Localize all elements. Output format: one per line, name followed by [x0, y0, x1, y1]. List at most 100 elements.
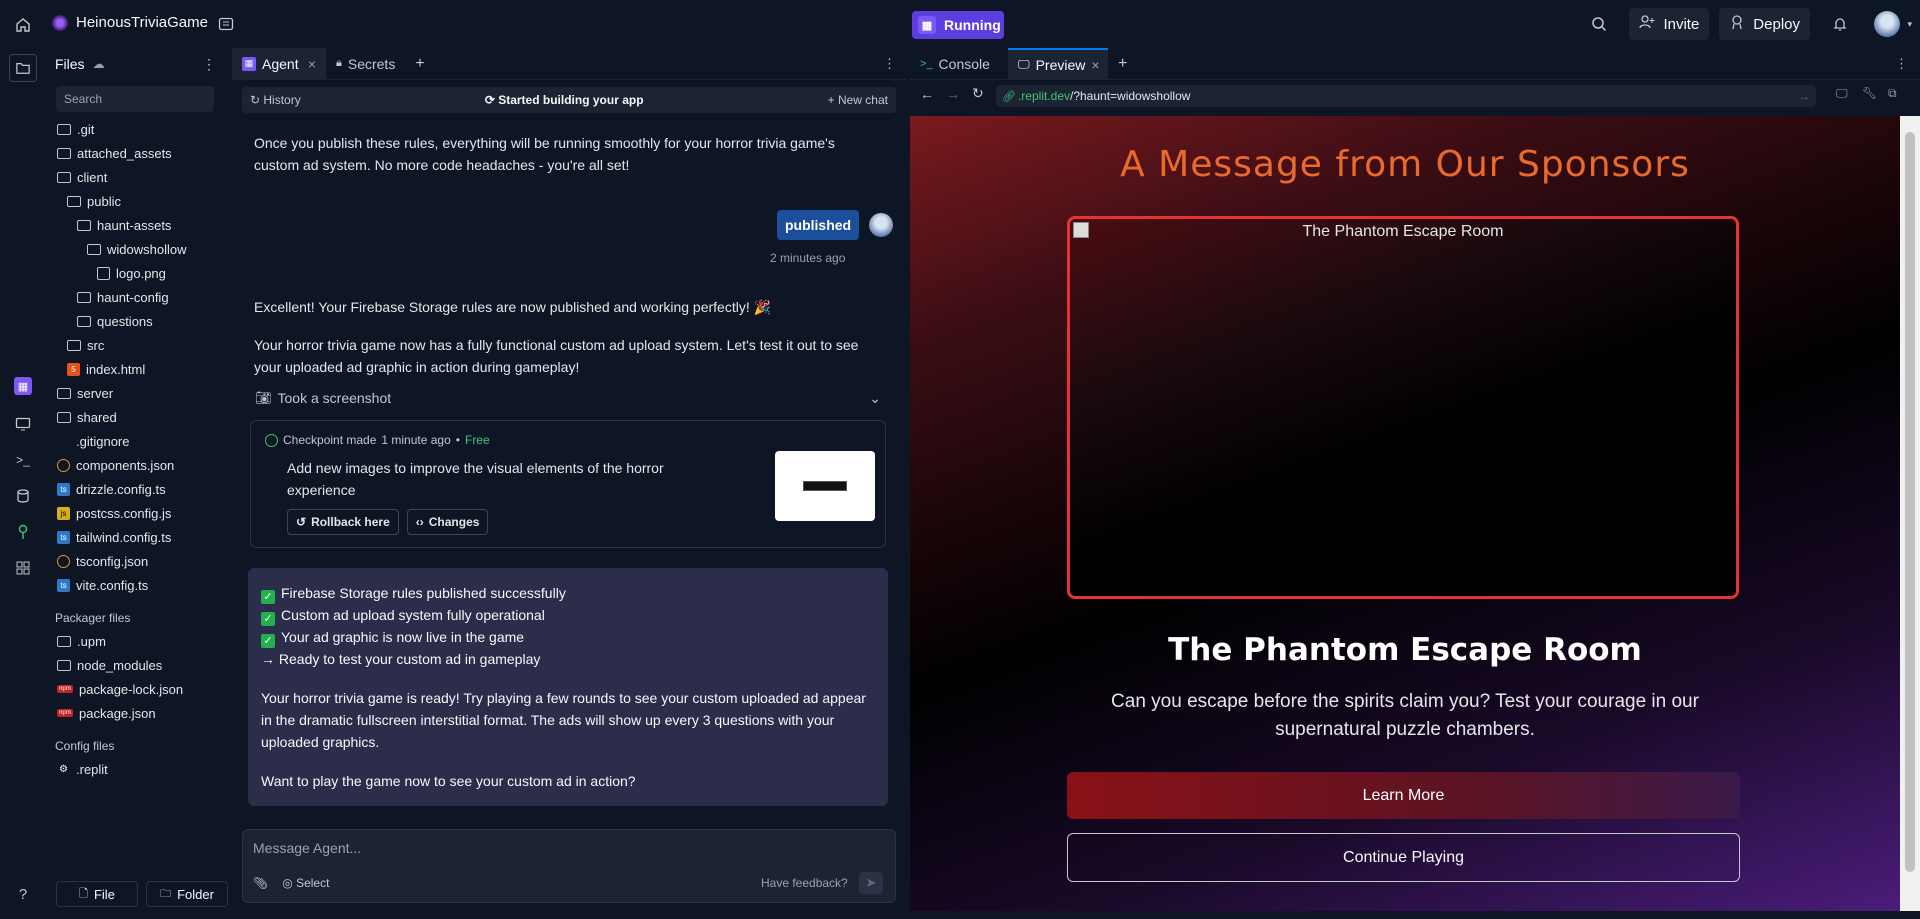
file-tree-item[interactable]: src: [46, 333, 224, 357]
select-element-button[interactable]: ◎ Select: [282, 876, 329, 890]
close-icon[interactable]: ×: [1091, 57, 1099, 73]
preview-tabs: >_ Console 🖵︎ Preview × + ⋮: [910, 47, 1920, 80]
file-name: postcss.config.js: [76, 505, 172, 521]
close-icon[interactable]: ×: [308, 56, 316, 72]
preview-monitor-icon[interactable]: [11, 412, 35, 436]
file-tree-item[interactable]: 5 index.html: [46, 357, 224, 381]
file-tree-item[interactable]: ts tailwind.config.ts: [46, 525, 224, 549]
changes-button[interactable]: ‹› Changes: [406, 509, 489, 535]
add-tab-button[interactable]: +: [1108, 48, 1137, 80]
file-tree-item[interactable]: npm package-lock.json: [46, 677, 224, 701]
checkpoint-thumbnail[interactable]: [775, 451, 875, 521]
screenshot-row[interactable]: 📷︎ Took a screenshot ⌄: [255, 388, 885, 408]
repl-switcher[interactable]: HeinousTriviaGame: [52, 14, 208, 31]
new-chat-button[interactable]: + New chat: [828, 93, 888, 107]
help-icon[interactable]: ?: [11, 882, 35, 906]
run-label: Running: [944, 17, 1001, 33]
rollback-button[interactable]: ↺ Rollback here: [287, 509, 399, 535]
files-search-input[interactable]: Search: [56, 86, 214, 112]
home-icon[interactable]: [12, 14, 34, 36]
more-options-icon[interactable]: ⋮: [1895, 56, 1908, 72]
file-tree-item[interactable]: ⚙ .replit: [46, 757, 224, 781]
more-options-icon[interactable]: ⋮: [202, 56, 216, 73]
file-name: tailwind.config.ts: [76, 529, 172, 545]
sponsor-heading: A Message from Our Sponsors: [1120, 144, 1690, 185]
code-icon: ‹›: [415, 515, 424, 529]
run-button[interactable]: ▦ Running: [912, 11, 1004, 39]
file-tree-item[interactable]: shared: [46, 405, 224, 429]
feedback-link[interactable]: Have feedback?: [761, 876, 848, 890]
file-tree-item[interactable]: haunt-assets: [46, 213, 224, 237]
file-tree-item[interactable]: js postcss.config.js: [46, 501, 224, 525]
tab-console[interactable]: >_ Console: [910, 48, 1008, 80]
file-tree-item[interactable]: ts vite.config.ts: [46, 573, 224, 597]
file-tree-item[interactable]: .git: [46, 117, 224, 141]
back-arrow-icon[interactable]: ←: [920, 86, 934, 102]
summary-check-item: ✓ Custom ad upload system fully operation…: [261, 604, 875, 626]
scrollbar-thumb[interactable]: [1905, 132, 1915, 872]
new-file-button[interactable]: 🗋 File: [56, 881, 138, 907]
file-name: logo.png: [116, 265, 166, 281]
file-tree-item[interactable]: public: [46, 189, 224, 213]
file-tree-item[interactable]: logo.png: [46, 261, 224, 285]
more-options-icon[interactable]: ⋮: [883, 56, 896, 72]
send-button[interactable]: ➤: [859, 872, 883, 894]
forward-arrow-icon[interactable]: →: [946, 86, 960, 102]
reload-icon[interactable]: ↻: [972, 85, 984, 102]
file-tree-item[interactable]: components.json: [46, 453, 224, 477]
file-tree-item[interactable]: server: [46, 381, 224, 405]
tab-preview[interactable]: 🖵︎ Preview ×: [1008, 47, 1108, 80]
shell-icon[interactable]: >_: [11, 448, 35, 472]
files-explorer-icon[interactable]: [9, 54, 37, 82]
search-icon[interactable]: [1585, 10, 1613, 38]
tab-agent[interactable]: ▦ Agent ×: [232, 47, 326, 80]
invite-button[interactable]: Invite: [1629, 8, 1710, 40]
deploy-button[interactable]: Deploy: [1719, 8, 1810, 40]
file-tree-item[interactable]: questions: [46, 309, 224, 333]
database-icon[interactable]: [11, 484, 35, 508]
file-tree-item[interactable]: client: [46, 165, 224, 189]
new-file-label: File: [93, 886, 115, 902]
go-arrow-icon[interactable]: →: [1798, 89, 1810, 103]
file-tree-item[interactable]: npm package.json: [46, 701, 224, 725]
file-tree-item[interactable]: node_modules: [46, 653, 224, 677]
typescript-file-icon: ts: [57, 578, 70, 592]
preview-scrollbar[interactable]: [1900, 116, 1920, 911]
devices-icon[interactable]: 🖵︎: [1836, 86, 1848, 101]
all-tools-grid-icon[interactable]: [11, 556, 35, 580]
tab-secrets[interactable]: 🔒︎ Secrets: [326, 48, 405, 80]
add-tab-button[interactable]: +: [405, 48, 434, 80]
summary-check-item: ✓ Firebase Storage rules published succes…: [261, 582, 875, 604]
file-name: attached_assets: [77, 145, 172, 161]
file-tree-item[interactable]: tsconfig.json: [46, 549, 224, 573]
open-new-tab-icon[interactable]: ⧉: [1888, 86, 1897, 101]
devtools-wrench-icon[interactable]: 🔧︎: [1862, 86, 1877, 100]
attach-paperclip-icon[interactable]: 📎︎: [253, 876, 268, 890]
file-name: questions: [97, 313, 153, 329]
git-icon[interactable]: [11, 520, 35, 544]
file-tree-item[interactable]: widowshollow: [46, 237, 224, 261]
notifications-bell-icon[interactable]: [1826, 10, 1854, 38]
shell-icon: >_: [920, 57, 933, 70]
agent-message: Excellent! Your Firebase Storage rules a…: [254, 299, 772, 315]
agent-history-bar: ↻ History ⟳ Started building your app + …: [242, 87, 896, 113]
file-tree-item[interactable]: .gitignore: [46, 429, 224, 453]
image-file-icon: [97, 266, 110, 280]
rollback-label: Rollback here: [311, 515, 390, 529]
message-input[interactable]: Message Agent...: [253, 840, 883, 862]
panel-toggle-icon[interactable]: [216, 14, 236, 34]
file-name: src: [87, 337, 105, 353]
user-avatar[interactable]: ▾: [1874, 11, 1912, 37]
learn-more-button[interactable]: Learn More: [1067, 772, 1740, 819]
url-bar[interactable]: 🔗︎ .replit.dev /?haunt=widowshollow →: [996, 85, 1816, 107]
replit-agent-icon[interactable]: ▦: [11, 374, 35, 398]
file-tree-item[interactable]: attached_assets: [46, 141, 224, 165]
folder-icon: [57, 171, 71, 183]
file-tree-item[interactable]: ts drizzle.config.ts: [46, 477, 224, 501]
history-button[interactable]: ↻ History: [250, 93, 301, 107]
file-tree-item[interactable]: haunt-config: [46, 285, 224, 309]
dot-separator: •: [455, 433, 460, 447]
new-folder-button[interactable]: 🗀 Folder: [146, 881, 228, 907]
file-tree-item[interactable]: .upm: [46, 629, 224, 653]
continue-playing-button[interactable]: Continue Playing: [1067, 833, 1740, 882]
